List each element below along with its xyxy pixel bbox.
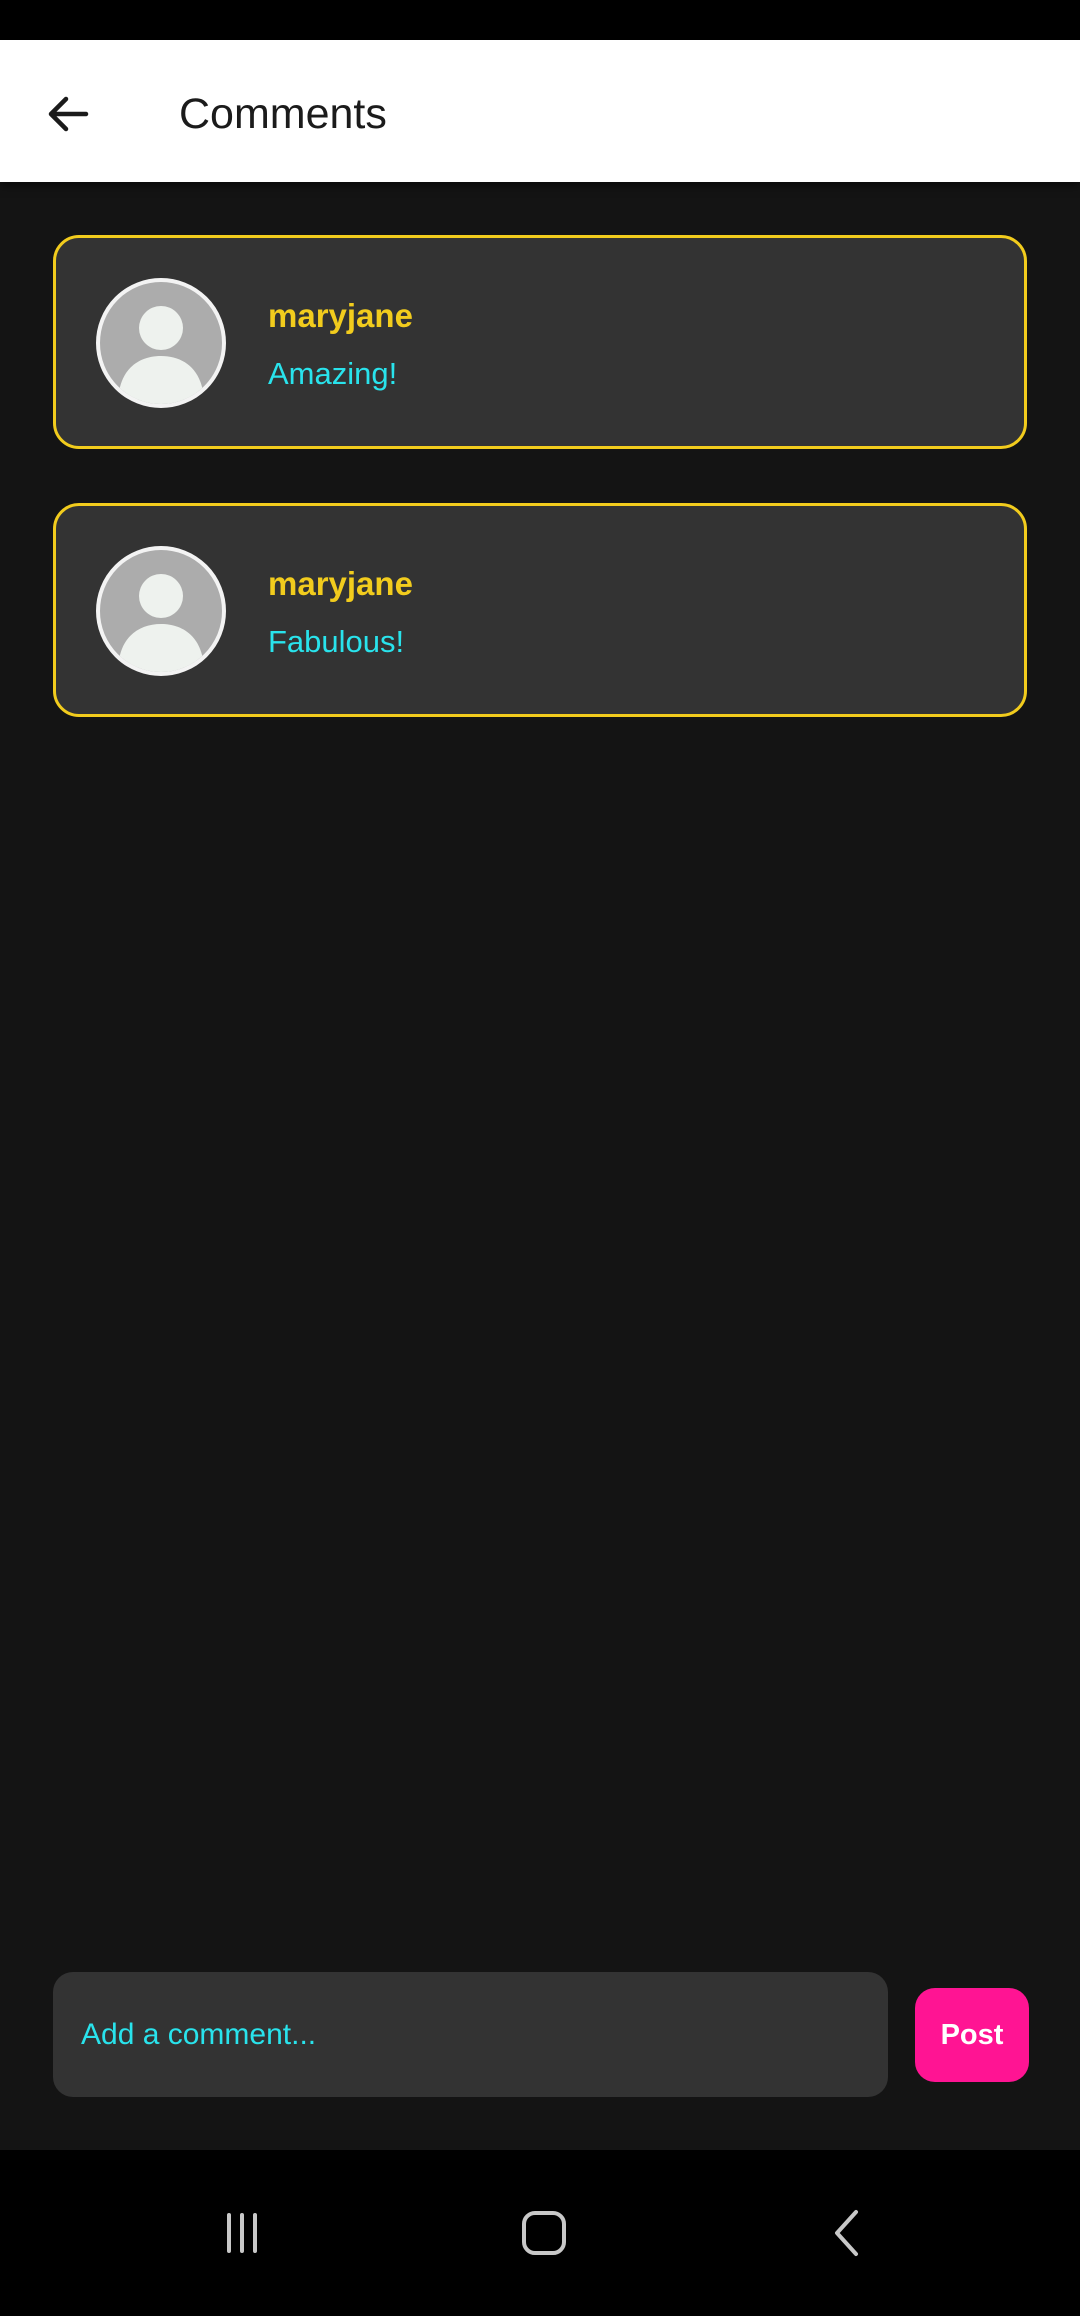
default-avatar-icon[interactable] [96, 278, 226, 408]
comment-author[interactable]: maryjane [268, 564, 413, 604]
comment-text: Fabulous! [268, 624, 405, 659]
post-button[interactable]: Post [915, 1988, 1029, 2082]
nav-back-button[interactable] [802, 2188, 892, 2278]
comment-card: maryjane Amazing! [53, 235, 1027, 449]
default-avatar-icon[interactable] [96, 546, 226, 676]
home-button[interactable] [499, 2188, 589, 2278]
comment-author[interactable]: maryjane [268, 296, 413, 336]
comment-composer [53, 1972, 888, 2097]
comment-card: maryjane Fabulous! [53, 503, 1027, 717]
nav-back-icon [835, 2210, 858, 2256]
app-bar: Comments [0, 40, 1080, 182]
comments-list: maryjane Amazing! maryjane Fabulous! [53, 235, 1027, 771]
page-title: Comments [179, 90, 387, 138]
comment-input[interactable] [79, 2016, 862, 2053]
home-icon [522, 2211, 566, 2255]
recents-button[interactable] [197, 2188, 287, 2278]
system-nav-bar [0, 2150, 1080, 2316]
recents-icon [227, 2213, 257, 2253]
comment-text: Amazing! [268, 356, 398, 391]
status-bar [0, 0, 1080, 40]
back-button[interactable] [28, 74, 108, 154]
arrow-left-icon [48, 96, 89, 132]
